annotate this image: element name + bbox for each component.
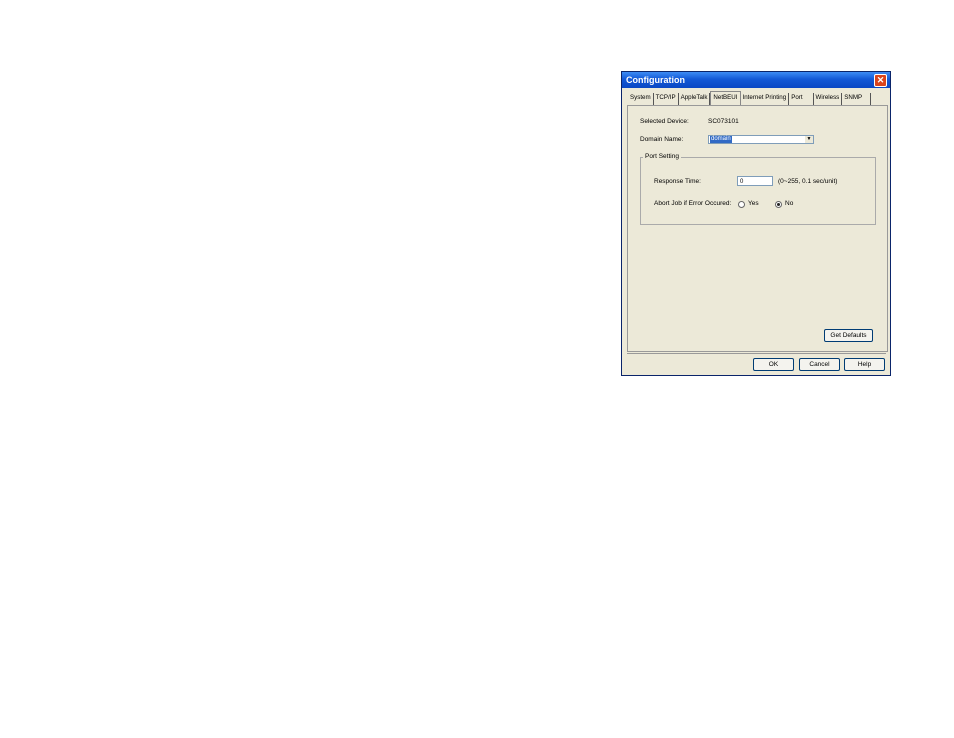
response-time-hint: (0~255, 0.1 sec/unit) [778,178,838,185]
chevron-down-icon[interactable]: ▼ [805,136,813,143]
domain-name-label: Domain Name: [640,136,684,143]
ok-button[interactable]: OK [753,358,794,371]
port-setting-title: Port Setting [643,153,681,160]
domain-name-select[interactable]: domain ▼ [708,135,814,144]
no-label: No [785,200,794,207]
window-title: Configuration [626,75,685,85]
tab-system[interactable]: System [628,93,654,105]
abort-job-label: Abort Job if Error Occured: [654,200,732,207]
configuration-dialog: Configuration ✕ System TCP/IP AppleTalk … [621,71,891,376]
no-radio[interactable] [775,201,782,208]
tab-strip: System TCP/IP AppleTalk NetBEUI Internet… [628,91,872,105]
cancel-button[interactable]: Cancel [799,358,840,371]
tab-snmp[interactable]: SNMP [842,93,872,105]
tab-tcpip[interactable]: TCP/IP [654,93,679,105]
yes-radio[interactable] [738,201,745,208]
close-icon[interactable]: ✕ [874,74,887,87]
yes-label: Yes [748,200,759,207]
help-button[interactable]: Help [844,358,885,371]
divider [627,353,886,354]
response-time-label: Response Time: [654,178,701,185]
title-bar[interactable]: Configuration ✕ [622,72,890,88]
tab-wireless[interactable]: Wireless [814,93,843,105]
tab-appletalk[interactable]: AppleTalk [679,93,711,105]
tab-netbeui[interactable]: NetBEUI [710,91,741,105]
get-defaults-button[interactable]: Get Defaults [824,329,873,342]
selected-device-label: Selected Device: [640,118,689,125]
port-setting-group [640,157,876,225]
domain-name-value: domain [710,136,732,143]
tab-internet-printing[interactable]: Internet Printing [741,93,790,105]
selected-device-value: SC073101 [708,118,739,125]
response-time-input[interactable]: 0 [737,176,773,186]
tab-port[interactable]: Port [789,93,814,105]
